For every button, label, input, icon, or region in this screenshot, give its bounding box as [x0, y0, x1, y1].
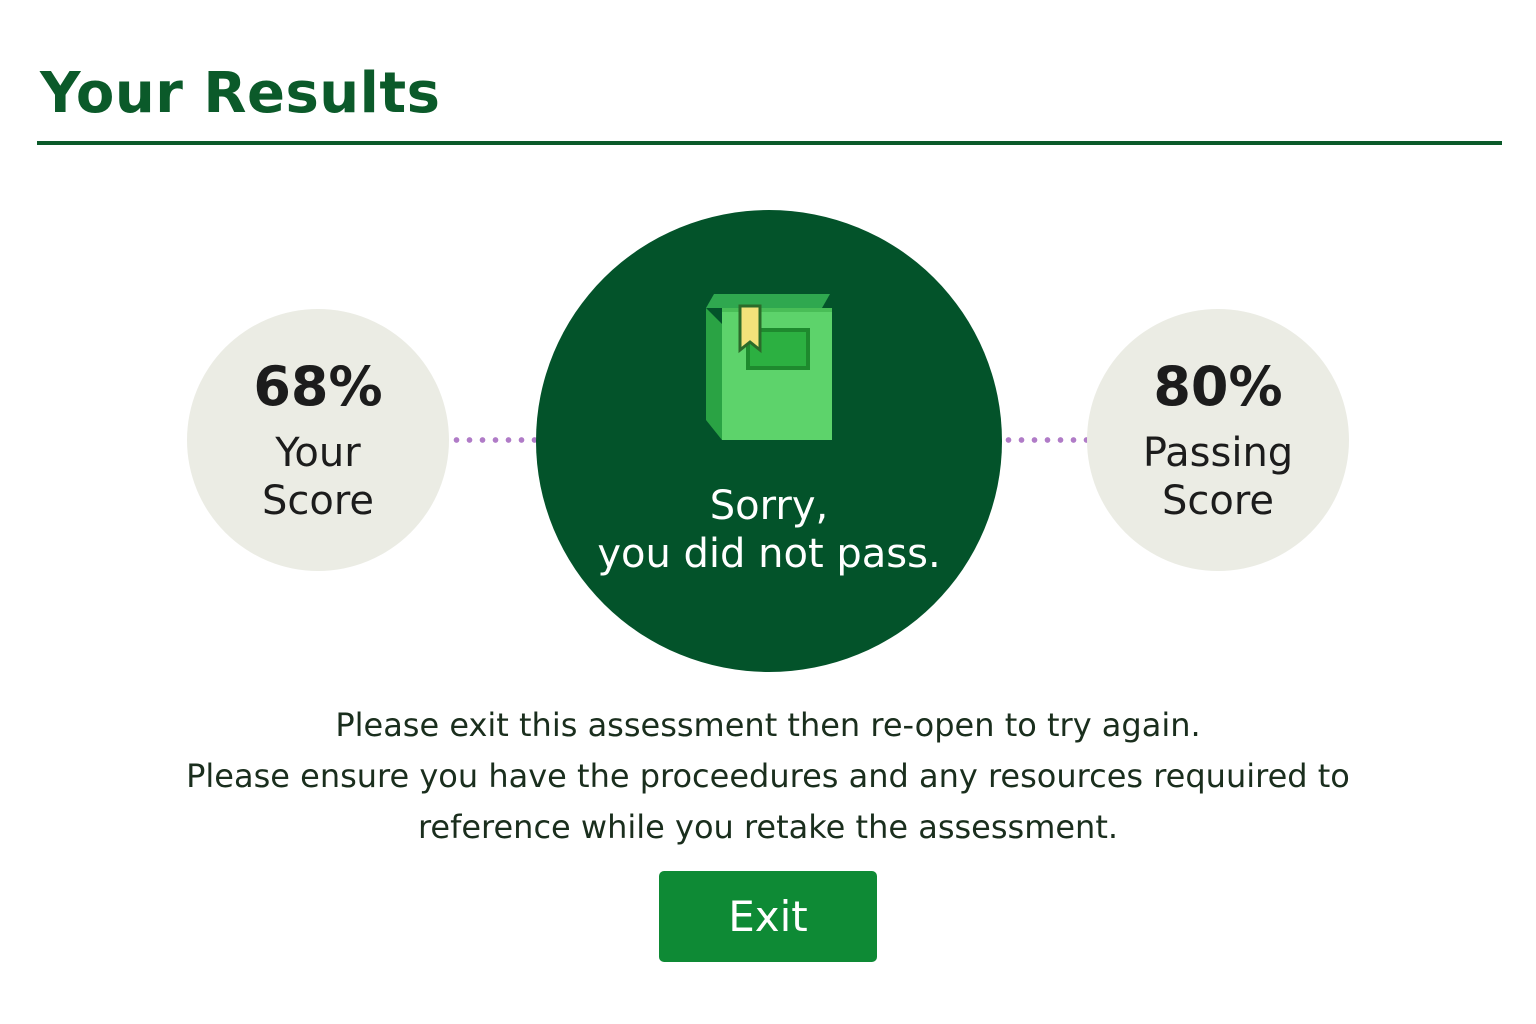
- exit-button[interactable]: Exit: [659, 871, 877, 962]
- your-score-label-line2: Score: [261, 478, 375, 524]
- your-score-label: Your Score: [218, 429, 418, 525]
- instructions-line3: reference while you retake the assessmen…: [417, 808, 1119, 846]
- results-page: Your Results 68% Your Score Sorry, you d…: [0, 0, 1536, 1024]
- result-message-line2: you did not pass.: [597, 531, 941, 577]
- passing-score-value: 80%: [1153, 355, 1283, 418]
- passing-score-label-line1: Passing: [1142, 430, 1294, 476]
- your-score-label-line1: Your: [275, 430, 361, 476]
- retake-instructions: Please exit this assessment then re-open…: [120, 700, 1416, 853]
- result-status-circle: Sorry, you did not pass.: [536, 210, 1002, 672]
- result-message-line1: Sorry,: [709, 483, 829, 529]
- passing-score-circle: 80% Passing Score: [1087, 309, 1349, 571]
- instructions-line1: Please exit this assessment then re-open…: [335, 706, 1201, 744]
- instructions-line2: Please ensure you have the proceedures a…: [186, 757, 1350, 795]
- book-icon: [706, 294, 832, 440]
- your-score-value: 68%: [253, 355, 383, 418]
- title-divider: [37, 141, 1502, 145]
- dotted-connector-left: [450, 437, 536, 443]
- passing-score-label: Passing Score: [1118, 429, 1318, 525]
- dotted-connector-right: [1002, 437, 1088, 443]
- page-title: Your Results: [40, 61, 441, 126]
- result-message: Sorry, you did not pass.: [536, 482, 1002, 578]
- your-score-circle: 68% Your Score: [187, 309, 449, 571]
- passing-score-label-line2: Score: [1161, 478, 1275, 524]
